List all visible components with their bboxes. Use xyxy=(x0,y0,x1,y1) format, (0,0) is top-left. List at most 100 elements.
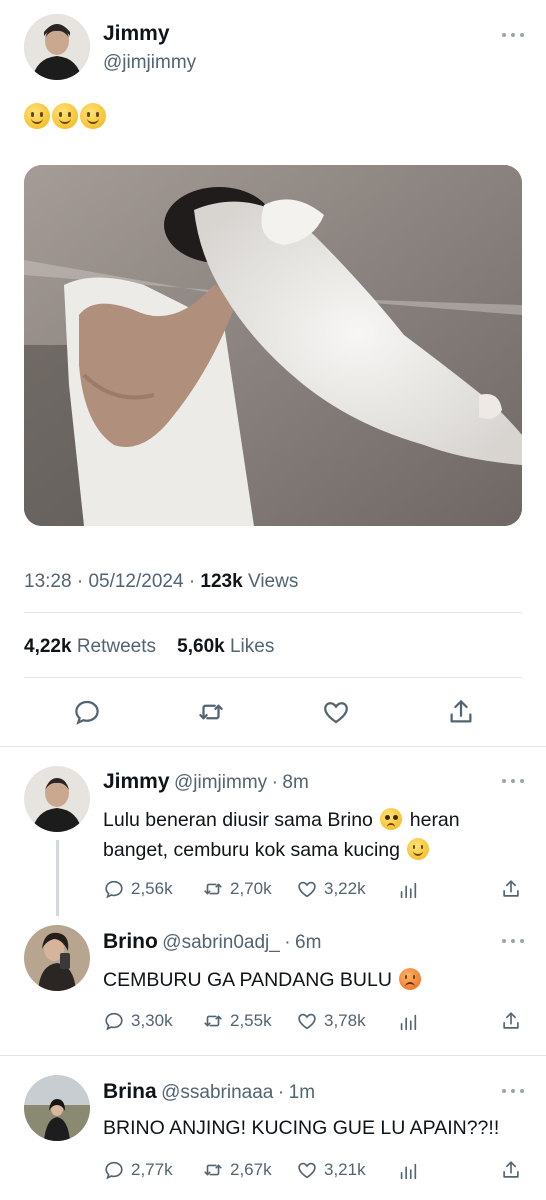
reply-text-part: BRINO ANJING! KUCING GUE LU APAIN??!! xyxy=(103,1117,500,1139)
analytics-icon[interactable] xyxy=(397,1160,419,1182)
author-handle[interactable]: @jimjimmy xyxy=(103,52,196,74)
like-count-value: 3,21k xyxy=(324,1160,366,1179)
reply-avatar[interactable] xyxy=(24,1075,90,1141)
share-icon[interactable] xyxy=(500,1159,522,1181)
retweet-icon[interactable] xyxy=(196,697,226,727)
tweet-date: 05/12/2024 xyxy=(88,571,184,592)
analytics-icon[interactable] xyxy=(397,1011,419,1033)
divider xyxy=(0,746,546,747)
retweet-count[interactable]: 2,70k xyxy=(202,878,272,900)
avatar-photo xyxy=(24,1075,90,1141)
views-label: Views xyxy=(247,571,299,592)
more-options-icon[interactable] xyxy=(502,33,524,39)
reply-header: Jimmy @jimjimmy · 8m xyxy=(103,770,309,794)
like-icon xyxy=(298,1162,316,1179)
like-count-value: 3,22k xyxy=(324,879,366,898)
more-options-icon[interactable] xyxy=(502,1089,524,1095)
retweet-icon xyxy=(204,883,222,895)
retweet-count[interactable]: 2,55k xyxy=(202,1010,272,1032)
like-icon[interactable] xyxy=(321,697,351,727)
divider xyxy=(24,677,522,678)
share-icon[interactable] xyxy=(500,878,522,900)
avatar-photo xyxy=(24,925,90,991)
reply-text-part: CEMBURU GA PANDANG BULU xyxy=(103,969,392,991)
reply-header: Brina @ssabrinaaa · 1m xyxy=(103,1080,315,1104)
more-options-icon[interactable] xyxy=(502,779,524,785)
retweet-count-value: 2,67k xyxy=(230,1160,272,1179)
reply-icon xyxy=(105,1161,123,1180)
retweet-count-value: 2,70k xyxy=(230,879,272,898)
avatar-photo xyxy=(24,14,90,80)
reply-author-handle[interactable]: @jimjimmy xyxy=(174,772,267,793)
angry-face-icon xyxy=(399,968,422,990)
reply-avatar[interactable] xyxy=(24,766,90,832)
analytics-icon[interactable] xyxy=(397,879,419,901)
retweet-icon xyxy=(204,1164,222,1176)
retweets-label: Retweets xyxy=(76,636,157,657)
like-count[interactable]: 3,22k xyxy=(296,878,366,900)
share-icon[interactable] xyxy=(446,697,476,727)
retweets-count: 4,22k xyxy=(24,636,72,657)
reply-text: CEMBURU GA PANDANG BULU xyxy=(103,965,513,995)
reply-icon xyxy=(105,1012,123,1031)
slightly-smiling-face-icon xyxy=(24,103,50,129)
reply-author-handle[interactable]: @sabrin0adj_ xyxy=(162,932,280,953)
share-icon[interactable] xyxy=(500,1010,522,1032)
photo-man-holding-cat xyxy=(24,165,522,526)
separator: · xyxy=(277,1082,285,1103)
reply-author-name[interactable]: Brino xyxy=(103,930,158,953)
reply-text-part: Lulu beneran diusir sama Brino xyxy=(103,809,373,831)
more-options-icon[interactable] xyxy=(502,939,524,945)
slightly-smiling-face-icon xyxy=(52,103,78,129)
reply-icon[interactable] xyxy=(72,697,102,727)
likes-stat[interactable]: 5,60k Likes xyxy=(177,636,274,657)
reply-text: BRINO ANJING! KUCING GUE LU APAIN??!! xyxy=(103,1113,538,1143)
retweets-stat[interactable]: 4,22k Retweets xyxy=(24,636,156,657)
reply-count[interactable]: 2,77k xyxy=(103,1159,173,1181)
pleading-face-icon xyxy=(380,808,403,830)
thread-connector xyxy=(56,840,59,916)
avatar-photo xyxy=(24,766,90,832)
reply-header: Brino @sabrin0adj_ · 6m xyxy=(103,930,321,954)
like-count[interactable]: 3,21k xyxy=(296,1159,366,1181)
reply-text: Lulu beneran diusir sama Brino heran ban… xyxy=(103,805,513,865)
reply-author-name[interactable]: Jimmy xyxy=(103,770,170,793)
reply-time[interactable]: 6m xyxy=(295,932,321,953)
reply-time[interactable]: 8m xyxy=(282,772,308,793)
tweet-time: 13:28 xyxy=(24,571,72,592)
separator: · xyxy=(284,932,291,953)
reply-author-handle[interactable]: @ssabrinaaa xyxy=(161,1082,273,1103)
reply-count[interactable]: 3,30k xyxy=(103,1010,173,1032)
like-icon xyxy=(298,1013,316,1030)
separator: · xyxy=(76,571,84,592)
likes-count: 5,60k xyxy=(177,636,225,657)
reply-count-value: 3,30k xyxy=(131,1011,173,1030)
reply-count-value: 2,77k xyxy=(131,1160,173,1179)
slightly-smiling-face-icon xyxy=(80,103,106,129)
likes-label: Likes xyxy=(229,636,275,657)
reply-avatar[interactable] xyxy=(24,925,90,991)
separator: · xyxy=(188,571,196,592)
like-count[interactable]: 3,78k xyxy=(296,1010,366,1032)
tweet-meta: 13:28 · 05/12/2024 · 123k Views xyxy=(24,571,298,593)
retweet-icon xyxy=(204,1015,222,1027)
like-icon xyxy=(298,881,316,898)
views-count: 123k xyxy=(200,571,243,592)
divider xyxy=(24,612,522,613)
tweet-text xyxy=(24,103,108,129)
author-avatar[interactable] xyxy=(24,14,90,80)
reply-time[interactable]: 1m xyxy=(289,1082,315,1103)
separator: · xyxy=(271,772,278,793)
reply-author-name[interactable]: Brina xyxy=(103,1080,157,1103)
reply-count-value: 2,56k xyxy=(131,879,173,898)
retweet-count[interactable]: 2,67k xyxy=(202,1159,272,1181)
slightly-smiling-face-icon xyxy=(407,838,430,860)
author-name[interactable]: Jimmy xyxy=(103,22,170,46)
like-count-value: 3,78k xyxy=(324,1011,366,1030)
divider xyxy=(0,1055,546,1056)
tweet-photo[interactable] xyxy=(24,165,522,526)
engagement-counts: 4,22k Retweets 5,60k Likes xyxy=(24,636,274,658)
reply-icon xyxy=(105,880,123,899)
reply-count[interactable]: 2,56k xyxy=(103,878,173,900)
retweet-count-value: 2,55k xyxy=(230,1011,272,1030)
